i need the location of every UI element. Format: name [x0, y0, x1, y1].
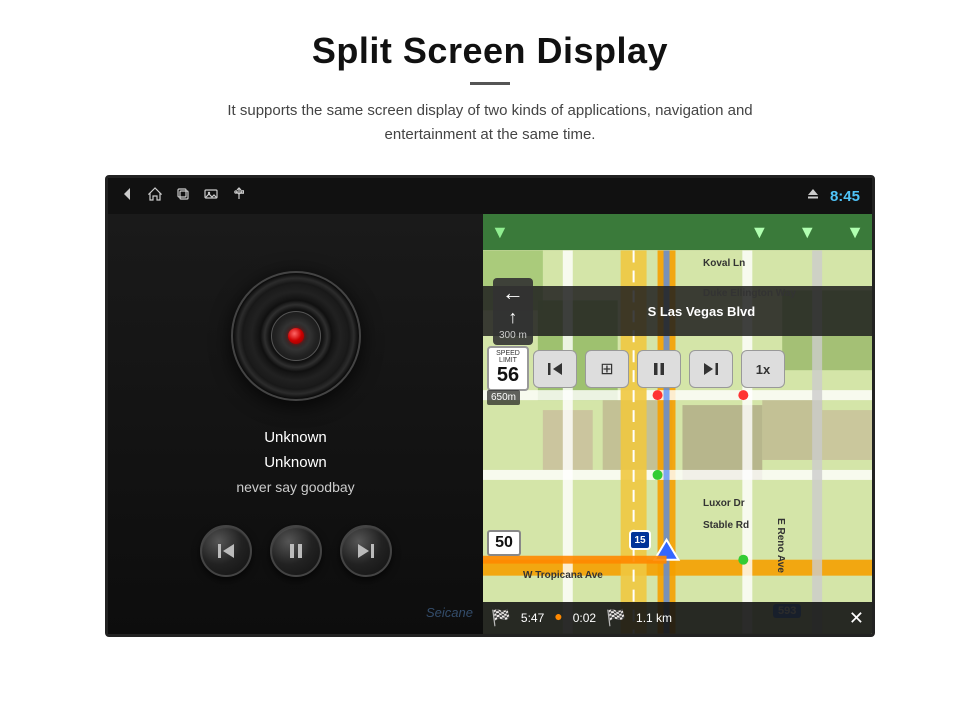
- road-label-luxor: Luxor Dr: [703, 498, 745, 509]
- nav-next-button[interactable]: [689, 350, 733, 388]
- page-wrapper: Split Screen Display It supports the sam…: [0, 0, 980, 667]
- status-time: 8:45: [830, 188, 860, 205]
- nav-arrow-3: ▼: [798, 222, 816, 243]
- distance-650: 650m: [487, 390, 520, 405]
- page-title: Split Screen Display: [60, 30, 920, 72]
- road-label-tropicana: W Tropicana Ave: [523, 570, 603, 581]
- nav-arrows-bar: ▼ ▼ ▼ ▼: [483, 214, 872, 250]
- back-arrow-icon[interactable]: [120, 187, 134, 206]
- nav-grid-button[interactable]: ⊞: [585, 350, 629, 388]
- nav-dot-icon: ●: [554, 610, 562, 626]
- nav-pause-button[interactable]: [637, 350, 681, 388]
- nav-bottom-bar: 🏁 5:47 ● 0:02 🏁 1.1 km ✕: [483, 602, 872, 634]
- gallery-icon[interactable]: [204, 187, 218, 206]
- next-track-button[interactable]: [340, 525, 392, 577]
- title-section: Split Screen Display It supports the sam…: [60, 30, 920, 147]
- turn-distance: 300 m: [499, 330, 527, 341]
- turn-icon: ← ↑ 300 m: [493, 278, 533, 345]
- turn-left-arrow: ←: [502, 282, 524, 304]
- track-title: Unknown: [264, 429, 327, 446]
- nav-arrow-1: ▼: [491, 222, 509, 243]
- status-bar: 8:45: [108, 178, 872, 214]
- title-divider: [470, 82, 510, 85]
- vinyl-center: [288, 328, 304, 344]
- watermark: Seicane: [426, 605, 473, 620]
- page-subtitle: It supports the same screen display of t…: [190, 99, 790, 147]
- track-name: never say goodbay: [236, 479, 354, 495]
- road-label-reno: E Reno Ave: [775, 518, 786, 573]
- split-content: Unknown Unknown never say goodbay: [108, 214, 872, 634]
- end-flag-icon: 🏁: [606, 608, 626, 628]
- play-pause-button[interactable]: [270, 525, 322, 577]
- nav-map: ← ↑ 300 m S Las Vegas Blvd SPEED LIMIT 5…: [483, 250, 872, 634]
- road-label-stable: Stable Rd: [703, 520, 749, 531]
- nav-dist: 1.1 km: [636, 611, 672, 625]
- track-artist: Unknown: [264, 454, 327, 471]
- nav-arrow-4: ▼: [846, 222, 864, 243]
- road-label-duke: Duke Ellington Way: [703, 288, 796, 299]
- recent-apps-icon[interactable]: [176, 187, 190, 206]
- device-screen: 8:45 Unknown Unknown never say goodbay: [105, 175, 875, 637]
- eject-icon[interactable]: [806, 187, 820, 206]
- nav-prev-button[interactable]: [533, 350, 577, 388]
- nav-time: 0:02: [573, 611, 596, 625]
- road-label-koval: Koval Ln: [703, 258, 745, 269]
- nav-controls-bar: ⊞ 1x: [533, 350, 864, 388]
- speed-limit-value: 56: [491, 364, 525, 387]
- nav-panel: ▼ ▼ ▼ ▼: [483, 214, 872, 634]
- music-panel: Unknown Unknown never say goodbay: [108, 214, 483, 634]
- start-flag-icon: 🏁: [491, 608, 511, 628]
- nav-speed-button[interactable]: 1x: [741, 350, 785, 388]
- nav-instruction: ← ↑ 300 m S Las Vegas Blvd: [483, 286, 872, 336]
- status-bar-right: 8:45: [806, 187, 860, 206]
- speed-50-badge: 50: [487, 530, 521, 556]
- usb-icon[interactable]: [232, 187, 246, 206]
- turn-right-arrow: ↑: [508, 308, 517, 326]
- nav-eta: 5:47: [521, 611, 544, 625]
- music-controls: [200, 525, 392, 577]
- prev-track-button[interactable]: [200, 525, 252, 577]
- vinyl-record: [231, 271, 361, 401]
- speed-limit-sign: SPEED LIMIT 56: [487, 346, 529, 391]
- home-icon[interactable]: [148, 187, 162, 206]
- nav-close-button[interactable]: ✕: [849, 608, 864, 629]
- status-bar-left: [120, 187, 792, 206]
- highway-15-shield: 15: [629, 530, 651, 550]
- nav-arrow-2: ▼: [751, 222, 769, 243]
- nav-road-name: S Las Vegas Blvd: [541, 304, 862, 319]
- speed-limit-label: SPEED LIMIT: [491, 350, 525, 364]
